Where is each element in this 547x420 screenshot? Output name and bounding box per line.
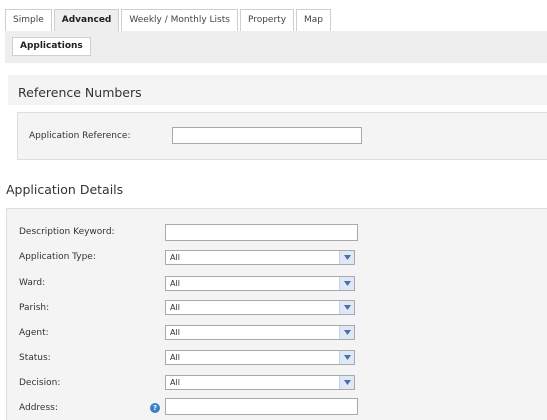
chevron-down-icon[interactable] — [339, 277, 354, 290]
details-section-title: Application Details — [6, 182, 124, 197]
description-keyword-label: Description Keyword: — [19, 227, 115, 237]
application-type-select[interactable]: All — [165, 250, 355, 265]
decision-value: All — [170, 378, 180, 387]
application-type-label: Application Type: — [19, 252, 96, 262]
ward-label: Ward: — [19, 278, 46, 288]
status-label: Status: — [19, 353, 51, 363]
chevron-down-icon[interactable] — [339, 301, 354, 314]
search-tabs: Simple Advanced Weekly / Monthly Lists P… — [5, 9, 333, 32]
decision-label: Decision: — [19, 378, 61, 388]
status-value: All — [170, 353, 180, 362]
subtab-applications[interactable]: Applications — [12, 37, 91, 56]
parish-value: All — [170, 303, 180, 312]
application-reference-input[interactable] — [172, 127, 362, 144]
parish-label: Parish: — [19, 303, 50, 313]
chevron-down-icon[interactable] — [339, 326, 354, 339]
decision-select[interactable]: All — [165, 375, 355, 390]
parish-select[interactable]: All — [165, 300, 355, 315]
tab-map[interactable]: Map — [296, 9, 332, 31]
agent-select[interactable]: All — [165, 325, 355, 340]
reference-section-title: Reference Numbers — [18, 85, 142, 100]
help-icon[interactable]: ? — [150, 403, 160, 413]
status-select[interactable]: All — [165, 350, 355, 365]
address-label: Address: — [19, 403, 58, 413]
chevron-down-icon[interactable] — [339, 251, 354, 264]
ward-select[interactable]: All — [165, 276, 355, 291]
chevron-down-icon[interactable] — [339, 376, 354, 389]
address-input[interactable] — [165, 398, 358, 415]
chevron-down-icon[interactable] — [339, 351, 354, 364]
description-keyword-input[interactable] — [165, 224, 358, 241]
agent-value: All — [170, 328, 180, 337]
subtab-bar: Applications — [5, 31, 547, 63]
ward-value: All — [170, 279, 180, 288]
application-reference-label: Application Reference: — [29, 131, 131, 141]
tab-advanced[interactable]: Advanced — [53, 9, 120, 32]
tab-simple[interactable]: Simple — [5, 9, 52, 31]
agent-label: Agent: — [19, 328, 49, 338]
tab-property[interactable]: Property — [239, 9, 295, 31]
tab-weekly-monthly-lists[interactable]: Weekly / Monthly Lists — [121, 9, 238, 31]
application-type-value: All — [170, 253, 180, 262]
